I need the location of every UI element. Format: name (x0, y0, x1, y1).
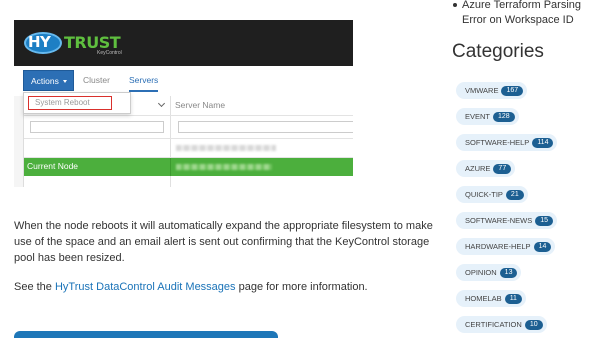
server-name-filter-input[interactable] (178, 121, 353, 133)
category-tag[interactable]: SOFTWARE-HELP 114 (456, 134, 558, 151)
tag-count-badge: 128 (493, 112, 515, 122)
screenshot-figure: HY TRUST KeyControl Actions Cluster Serv… (14, 20, 353, 187)
system-reboot-menu-item[interactable]: System Reboot (28, 96, 112, 110)
category-tag[interactable]: VMWARE 167 (456, 82, 528, 99)
column-divider (170, 158, 171, 176)
tag-label: HOMELAB (465, 294, 502, 303)
filter-row (24, 116, 353, 139)
bullet-icon (453, 3, 457, 7)
article-paragraph: When the node reboots it will automatica… (14, 220, 433, 264)
table-row[interactable] (24, 139, 353, 158)
blurred-text (176, 145, 276, 151)
tag-label: OPINION (465, 268, 497, 277)
category-tag[interactable]: SOFTWARE-NEWS 15 (456, 212, 558, 229)
tag-count-badge: 114 (532, 138, 554, 148)
actions-label: Actions (31, 76, 59, 86)
tag-label: VMWARE (465, 86, 499, 95)
categories-heading: Categories (452, 41, 544, 62)
audit-messages-link[interactable]: HyTrust DataControl Audit Messages (55, 281, 236, 293)
current-node-label: Current Node (27, 161, 79, 171)
category-tag[interactable]: AZURE 77 (456, 160, 516, 177)
article-paragraph-link: See the HyTrust DataControl Audit Messag… (14, 279, 434, 295)
logo-hy-text: HY (28, 33, 51, 51)
tab-cluster[interactable]: Cluster (83, 70, 110, 92)
tag-label: CERTIFICATION (465, 320, 522, 329)
category-tag[interactable]: HOMELAB 11 (456, 290, 526, 307)
call-to-action-button[interactable] (14, 331, 278, 338)
recent-post-item[interactable]: Azure Terraform Parsing Error on Workspa… (451, 0, 596, 28)
caret-down-icon (63, 80, 68, 84)
category-tag[interactable]: QUICK-TIP 21 (456, 186, 528, 203)
recent-post-link[interactable]: Azure Terraform Parsing Error on Workspa… (451, 0, 596, 28)
para-prefix: See the (14, 281, 55, 293)
tag-label: SOFTWARE-HELP (465, 138, 530, 147)
tag-count-badge: 77 (493, 164, 512, 174)
logo-subtitle: KeyControl (97, 50, 122, 56)
tag-count-badge: 15 (535, 216, 554, 226)
tag-count-badge: 11 (504, 294, 522, 304)
tag-count-badge: 21 (505, 190, 524, 200)
category-tag[interactable]: CERTIFICATION 10 (456, 316, 547, 333)
category-tag[interactable]: HARDWARE-HELP 14 (456, 238, 556, 255)
current-node-row[interactable]: Current Node (24, 158, 353, 176)
blurred-server-name (176, 164, 272, 170)
tag-label: SOFTWARE-NEWS (465, 216, 533, 225)
tag-label: QUICK-TIP (465, 190, 503, 199)
tag-label: HARDWARE-HELP (465, 242, 531, 251)
tab-servers[interactable]: Servers (129, 70, 159, 92)
app-header: HY TRUST KeyControl (14, 20, 353, 66)
actions-dropdown-menu: System Reboot (23, 92, 131, 114)
tag-count-badge: 10 (524, 320, 543, 330)
tag-label: EVENT (465, 112, 491, 121)
tag-count-badge: 167 (501, 86, 524, 96)
server-name-column-header[interactable]: Server Name (175, 100, 225, 110)
para-suffix: page for more information. (235, 281, 368, 293)
category-tag[interactable]: OPINION 13 (456, 264, 522, 281)
category-tag[interactable]: EVENT 128 (456, 108, 519, 125)
chevron-down-icon[interactable] (157, 99, 166, 108)
tag-label: AZURE (465, 164, 491, 173)
filter-input-1[interactable] (30, 121, 164, 133)
tag-count-badge: 14 (533, 242, 552, 252)
actions-button[interactable]: Actions (23, 70, 74, 91)
tag-count-badge: 13 (499, 268, 518, 278)
